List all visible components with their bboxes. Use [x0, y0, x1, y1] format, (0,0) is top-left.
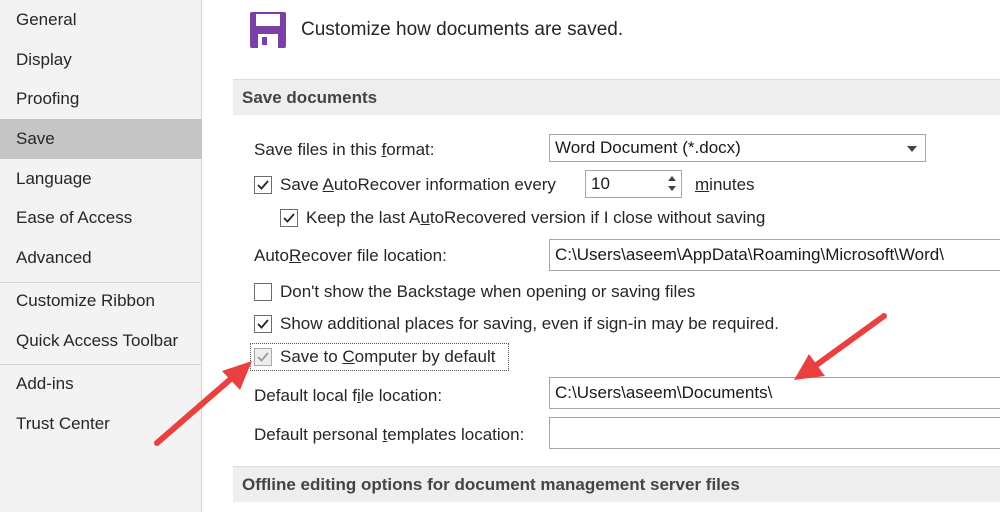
minutes-unit-label: minutes — [695, 175, 755, 194]
sidebar-item-proofing[interactable]: Proofing — [0, 79, 202, 119]
sidebar-item-trust-center[interactable]: Trust Center — [0, 404, 202, 444]
save-options-panel: Customize how documents are saved. Save … — [203, 0, 1000, 512]
checkmark-icon — [257, 180, 269, 190]
save-to-computer-checkbox[interactable] — [254, 348, 272, 366]
format-label: Save files in this format: — [254, 140, 435, 159]
page-header-text: Customize how documents are saved. — [301, 19, 624, 40]
format-select-value: Word Document (*.docx) — [555, 138, 741, 157]
options-sidebar: General Display Proofing Save Language E… — [0, 0, 202, 512]
sidebar-item-save[interactable]: Save — [0, 119, 202, 159]
checkmark-icon — [283, 213, 295, 223]
autorecover-checkbox[interactable] — [254, 176, 272, 194]
sidebar-item-quick-access-toolbar[interactable]: Quick Access Toolbar — [0, 321, 202, 361]
checkmark-icon — [257, 352, 269, 362]
spinner-arrows-icon[interactable] — [663, 171, 681, 197]
sidebar-item-advanced[interactable]: Advanced — [0, 238, 202, 278]
autorecover-location-input[interactable]: C:\Users\aseem\AppData\Roaming\Microsoft… — [549, 239, 1000, 271]
sidebar-item-add-ins[interactable]: Add-ins — [0, 364, 202, 404]
sidebar-item-ease-of-access[interactable]: Ease of Access — [0, 198, 202, 238]
floppy-disk-icon — [248, 10, 288, 50]
sidebar-item-language[interactable]: Language — [0, 159, 202, 199]
section-header-offline-editing: Offline editing options for document man… — [233, 466, 1000, 502]
section-header-save-documents: Save documents — [233, 79, 1000, 115]
autorecover-label: Save AutoRecover information every — [280, 175, 556, 194]
default-templates-location-label: Default personal templates location: — [254, 425, 525, 444]
sidebar-item-general[interactable]: General — [0, 0, 202, 40]
default-local-location-label: Default local file location: — [254, 386, 443, 405]
save-to-computer-label: Save to Computer by default — [280, 347, 496, 366]
sidebar-item-display[interactable]: Display — [0, 40, 202, 80]
keep-last-version-label: Keep the last AutoRecovered version if I… — [306, 208, 766, 227]
default-local-location-input[interactable]: C:\Users\aseem\Documents\ — [549, 377, 1000, 409]
autorecover-minutes-value: 10 — [591, 174, 610, 193]
chevron-down-icon — [907, 146, 917, 152]
keep-last-version-checkbox[interactable] — [280, 209, 298, 227]
additional-places-label: Show additional places for saving, even … — [280, 314, 779, 333]
autorecover-minutes-stepper[interactable]: 10 — [585, 170, 682, 198]
backstage-checkbox[interactable] — [254, 283, 272, 301]
default-templates-location-input[interactable] — [549, 417, 1000, 449]
additional-places-checkbox[interactable] — [254, 315, 272, 333]
sidebar-item-customize-ribbon[interactable]: Customize Ribbon — [0, 281, 202, 321]
format-select[interactable]: Word Document (*.docx) — [549, 134, 926, 162]
checkmark-icon — [257, 319, 269, 329]
backstage-label: Don't show the Backstage when opening or… — [280, 282, 696, 301]
autorecover-location-label: AutoRecover file location: — [254, 246, 447, 265]
